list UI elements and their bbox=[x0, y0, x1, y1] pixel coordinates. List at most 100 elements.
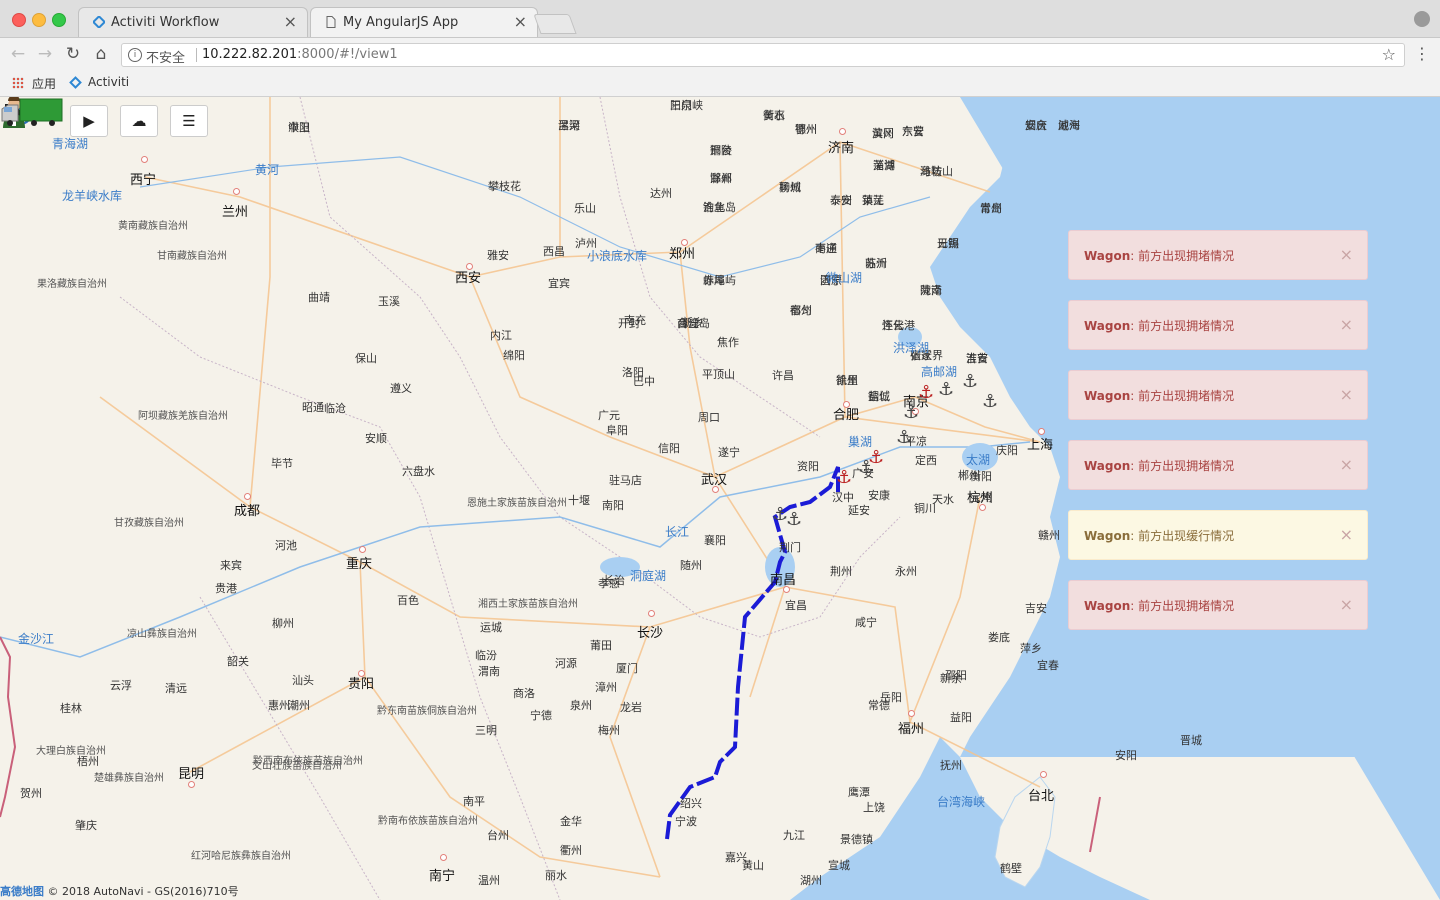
city-label-guiyang: 贵阳 bbox=[348, 677, 375, 692]
toast-message: Wagon: 前方出现拥堵情况 bbox=[1084, 597, 1234, 614]
water-label: 洞庭湖 bbox=[630, 569, 667, 583]
city-label-wuhan: 武汉 bbox=[701, 473, 728, 488]
divider bbox=[196, 48, 197, 62]
tab-close-icon[interactable]: × bbox=[284, 12, 297, 31]
city-label: 荆门 bbox=[779, 541, 801, 554]
city-label: 滁州 bbox=[710, 172, 732, 185]
city-label: 三明 bbox=[475, 724, 497, 737]
city-label: 郴州 bbox=[958, 469, 980, 482]
tab-close-icon[interactable]: × bbox=[514, 12, 527, 31]
city-label: 安康 bbox=[868, 489, 890, 502]
menu-button[interactable]: ☰ bbox=[170, 105, 208, 137]
toast-sender: Wagon bbox=[1084, 319, 1131, 333]
city-label: 信阳 bbox=[658, 442, 680, 455]
bookmarks-bar: 应用 Activiti bbox=[0, 72, 1440, 97]
city-label: 商洛 bbox=[513, 687, 535, 700]
city-label: 荆州 bbox=[830, 565, 852, 578]
activiti-icon bbox=[93, 16, 105, 28]
tab-angular-app[interactable]: My AngularJS App × bbox=[310, 7, 538, 37]
bookmark-star-icon[interactable]: ☆ bbox=[1382, 45, 1396, 64]
anchor-icon[interactable]: ⚓ bbox=[903, 402, 919, 423]
city-label: 南充 bbox=[624, 314, 646, 327]
city-label: 驻马店 bbox=[609, 474, 642, 487]
city-label: 鄂州 bbox=[795, 123, 817, 136]
city-label: 吉首 bbox=[966, 352, 988, 365]
city-label: 长治 bbox=[603, 574, 625, 587]
city-dot bbox=[839, 128, 846, 135]
map-copyright: 高德地图 © 2018 AutoNavi - GS(2016)710号 bbox=[0, 883, 239, 899]
reload-icon[interactable]: ↻ bbox=[63, 44, 83, 64]
city-label: 资阳 bbox=[797, 460, 819, 473]
anchor-icon[interactable]: ⚓ bbox=[836, 467, 852, 488]
city-label: 梅州 bbox=[598, 724, 620, 737]
truck-marker-icon[interactable] bbox=[0, 97, 64, 127]
toast-notification: Wagon: 前方出现拥堵情况 × bbox=[1068, 230, 1368, 280]
region-label: 黔南布依族苗族自治州 bbox=[378, 816, 478, 827]
profile-icon[interactable] bbox=[1414, 11, 1430, 27]
region-label: 甘孜藏族自治州 bbox=[114, 518, 184, 529]
city-label: 内江 bbox=[490, 329, 512, 342]
address-bar[interactable]: i 不安全 10.222.82.201:8000/#!/view1 ☆ bbox=[121, 43, 1405, 67]
city-label: 六盘水 bbox=[402, 465, 435, 478]
anchor-icon[interactable]: ⚓ bbox=[982, 391, 998, 412]
anchor-icon[interactable]: ⚓ bbox=[962, 371, 978, 392]
anchor-icon[interactable]: ⚓ bbox=[918, 382, 934, 403]
toast-close-icon[interactable]: × bbox=[1340, 595, 1353, 614]
toast-sender: Wagon bbox=[1084, 599, 1131, 613]
toast-close-icon[interactable]: × bbox=[1340, 245, 1353, 264]
city-label: 河池 bbox=[275, 539, 297, 552]
tab-activiti[interactable]: Activiti Workflow × bbox=[78, 7, 308, 37]
water-label: 高邮湖 bbox=[921, 365, 958, 379]
toast-close-icon[interactable]: × bbox=[1340, 525, 1353, 544]
region-label: 果洛藏族自治州 bbox=[37, 279, 107, 290]
city-label: 柳州 bbox=[272, 617, 294, 630]
city-label: 随州 bbox=[680, 559, 702, 572]
new-tab-button[interactable] bbox=[533, 14, 577, 34]
city-label: 三门峡 bbox=[670, 99, 703, 112]
city-label: 铜川 bbox=[914, 502, 936, 515]
city-dot bbox=[440, 854, 447, 861]
play-button[interactable]: ▶ bbox=[70, 105, 108, 137]
anchor-icon[interactable]: ⚓ bbox=[938, 379, 954, 400]
city-label: 桂林 bbox=[60, 702, 82, 715]
url-text[interactable]: 10.222.82.201:8000/#!/view1 bbox=[202, 47, 398, 62]
bookmark-apps[interactable]: 应用 bbox=[32, 75, 56, 92]
city-label: 宁波 bbox=[675, 815, 697, 828]
maximize-window-button[interactable] bbox=[52, 13, 66, 27]
back-icon[interactable]: ← bbox=[8, 44, 28, 64]
toast-message: Wagon: 前方出现拥堵情况 bbox=[1084, 317, 1234, 334]
city-label: 玉溪 bbox=[378, 295, 400, 308]
anchor-icon[interactable]: ⚓ bbox=[896, 427, 912, 448]
minimize-window-button[interactable] bbox=[32, 13, 46, 27]
anchor-icon[interactable]: ⚓ bbox=[786, 509, 802, 530]
city-dot bbox=[233, 188, 240, 195]
city-label: 咸宁 bbox=[855, 616, 877, 629]
city-label: 周口 bbox=[698, 411, 720, 424]
toast-close-icon[interactable]: × bbox=[1340, 385, 1353, 404]
home-icon[interactable]: ⌂ bbox=[91, 44, 111, 64]
city-label: 南平 bbox=[463, 795, 485, 808]
upload-button[interactable]: ☁ bbox=[120, 105, 158, 137]
toast-close-icon[interactable]: × bbox=[1340, 455, 1353, 474]
close-window-button[interactable] bbox=[12, 13, 26, 27]
city-label: 宁德 bbox=[530, 709, 552, 722]
anchor-icon[interactable]: ⚓ bbox=[868, 447, 884, 468]
region-label: 湘西土家族苗族自治州 bbox=[478, 599, 578, 610]
info-icon[interactable]: i bbox=[128, 48, 142, 62]
toast-close-icon[interactable]: × bbox=[1340, 315, 1353, 334]
city-label: 铜仁 bbox=[868, 390, 890, 403]
more-menu-icon[interactable]: ⋮ bbox=[1414, 44, 1430, 63]
city-label: 嘉兴 bbox=[725, 851, 747, 864]
toast-message: Wagon: 前方出现拥堵情况 bbox=[1084, 387, 1234, 404]
bookmark-activiti[interactable]: Activiti bbox=[88, 75, 129, 89]
city-label: 来宾 bbox=[220, 559, 242, 572]
city-label-xining: 西宁 bbox=[130, 173, 157, 188]
city-label: 汕头 bbox=[292, 674, 314, 687]
water-label: 金沙江 bbox=[18, 632, 55, 646]
region-label: 甘南藏族自治州 bbox=[157, 251, 227, 262]
forward-icon[interactable]: → bbox=[35, 44, 55, 64]
toast-message: Wagon: 前方出现拥堵情况 bbox=[1084, 457, 1234, 474]
city-label: 贺州 bbox=[20, 787, 42, 800]
city-label: 许昌 bbox=[772, 369, 794, 382]
map-view[interactable]: 西宁 兰州 西安 郑州 济南 合肥 南京 上海 杭州 武汉 南昌 长沙 重庆 成… bbox=[0, 97, 1440, 900]
